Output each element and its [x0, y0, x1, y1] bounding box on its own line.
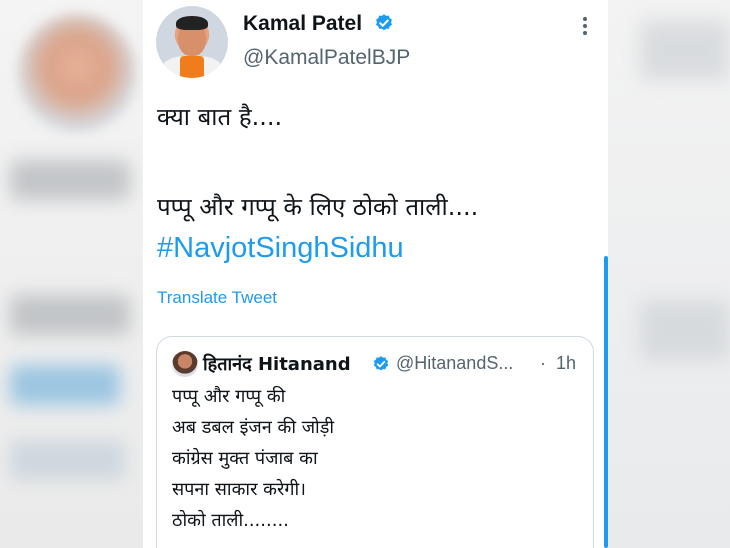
- scrollbar[interactable]: [604, 256, 608, 548]
- blurred-background-blob: [640, 300, 730, 360]
- blurred-text-background: [10, 295, 130, 335]
- quoted-text-line: ठोको ताली........: [172, 510, 289, 531]
- blurred-text-background: [10, 160, 130, 200]
- author-name[interactable]: Kamal Patel: [243, 12, 362, 36]
- quoted-timestamp[interactable]: 1h: [556, 353, 576, 374]
- blurred-text-background: [10, 440, 125, 480]
- hashtag-link[interactable]: #NavjotSinghSidhu: [157, 232, 404, 265]
- blurred-avatar-background: [18, 14, 136, 132]
- quoted-text-line: अब डबल इंजन की जोड़ी: [172, 417, 335, 438]
- blurred-hashtag-background: [10, 365, 120, 405]
- meta-separator: ·: [540, 353, 546, 373]
- translate-tweet-link[interactable]: Translate Tweet: [157, 288, 277, 308]
- blurred-background-blob: [640, 20, 730, 80]
- blurred-background-right: [605, 0, 730, 548]
- author-avatar[interactable]: [156, 6, 228, 78]
- quoted-author-avatar[interactable]: [172, 351, 198, 377]
- quoted-text-line: कांग्रेस मुक्त पंजाब का: [172, 448, 318, 469]
- author-handle[interactable]: @KamalPatelBJP: [243, 46, 410, 70]
- more-options-icon[interactable]: [576, 14, 594, 38]
- verified-badge-icon: [376, 14, 392, 31]
- verified-badge-icon: [373, 356, 389, 371]
- quoted-text-line: पप्पू और गप्पू की: [172, 386, 286, 407]
- tweet-text-line: क्या बात है....: [157, 103, 283, 131]
- quoted-author-handle[interactable]: @HitanandS...: [396, 353, 534, 374]
- quoted-author-name[interactable]: हितानंद Hitanand: [203, 352, 351, 376]
- quoted-text-line: सपना साकार करेगी।: [172, 479, 306, 500]
- tweet-text-line: पप्पू और गप्पू के लिए ठोको ताली....: [157, 193, 479, 221]
